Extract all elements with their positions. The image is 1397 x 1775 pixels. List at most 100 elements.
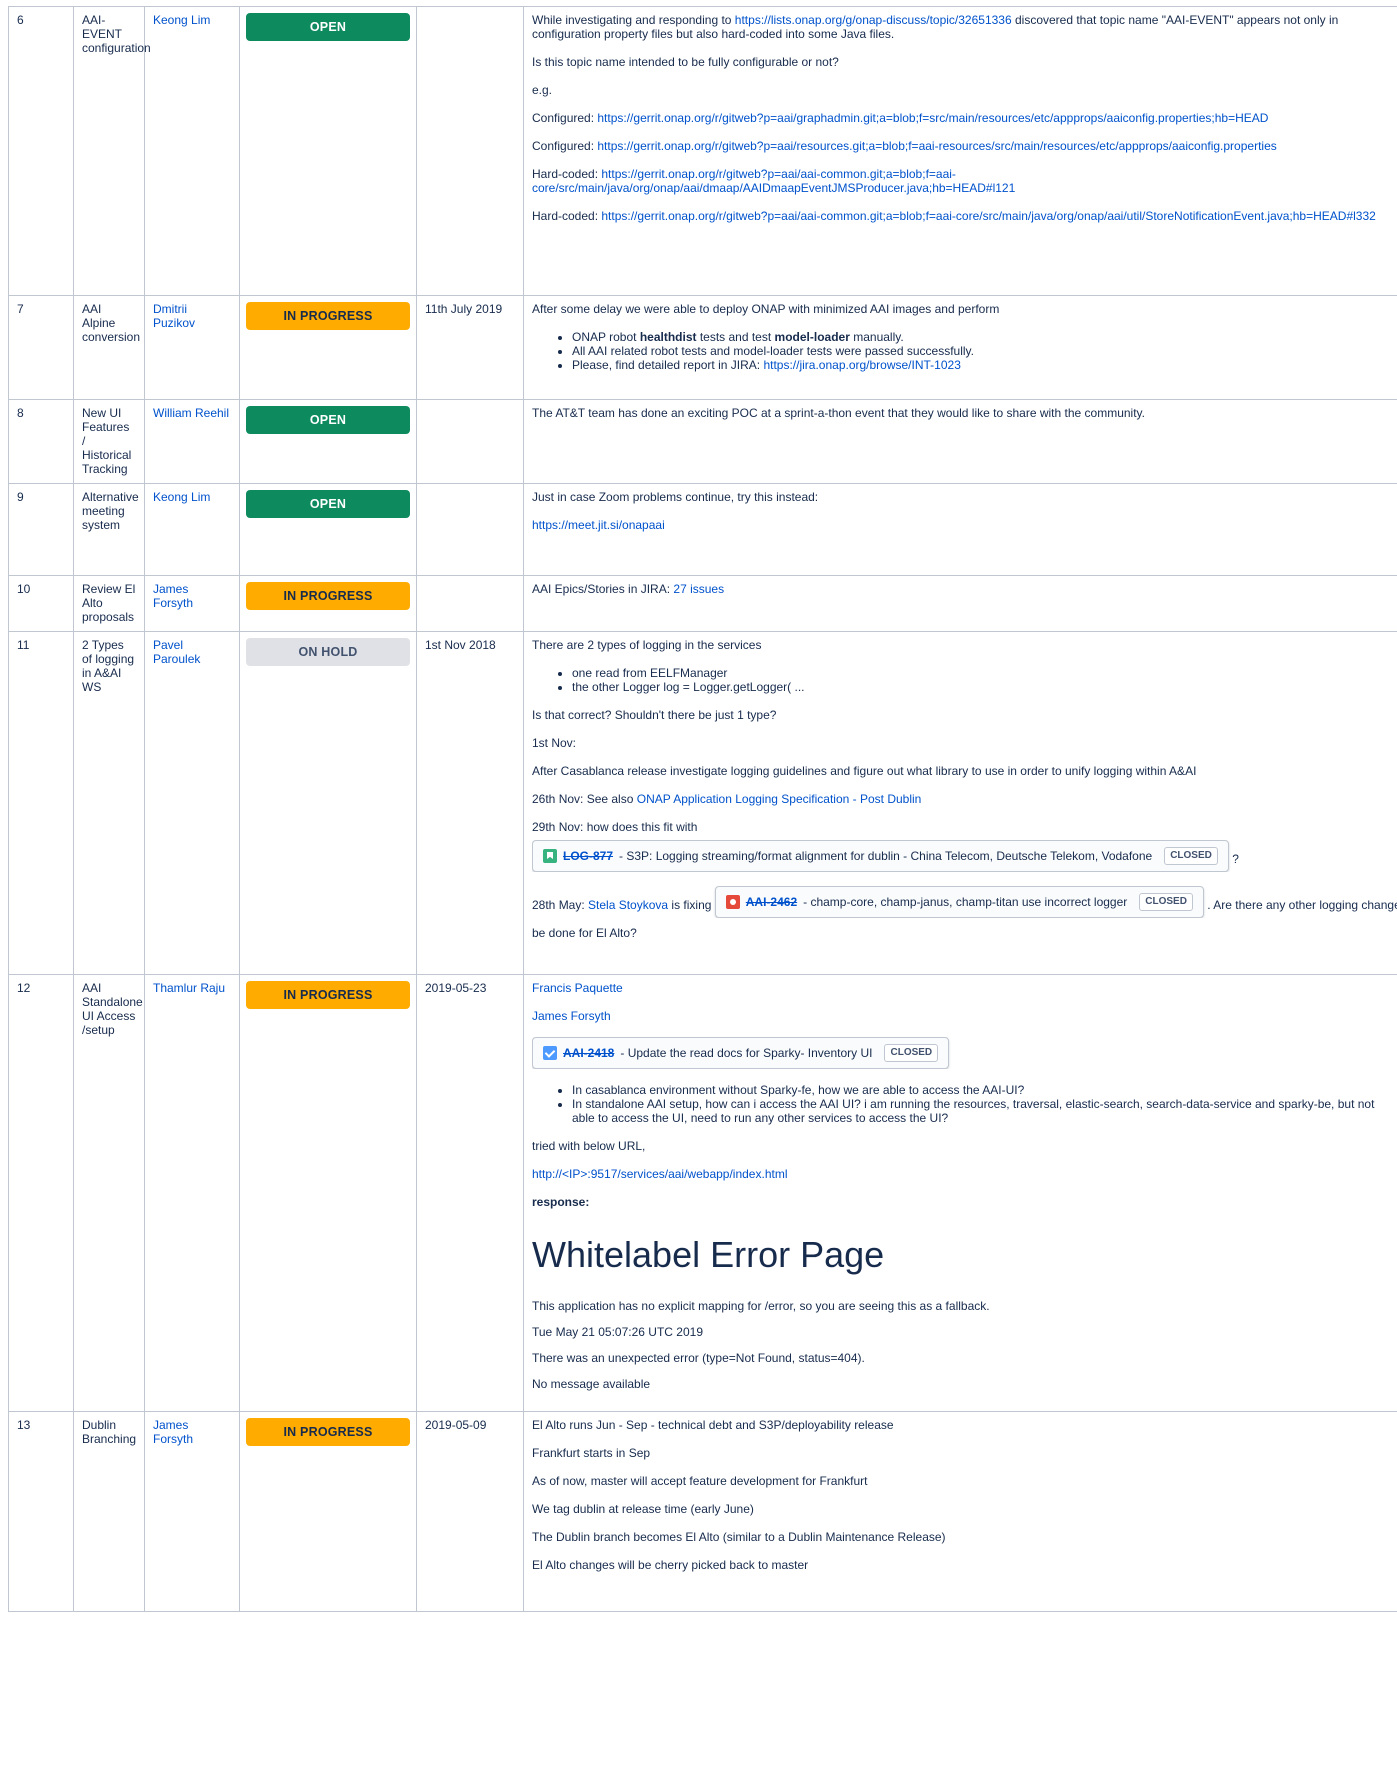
notes-text: 1st Nov: (532, 736, 577, 750)
closed-badge: CLOSED (1164, 847, 1218, 865)
notes-text: ? (1228, 852, 1239, 866)
row-date (416, 6, 524, 296)
row-date: 11th July 2019 (416, 295, 524, 400)
response-label: response: (532, 1195, 590, 1209)
row-date: 2019-05-23 (416, 974, 524, 1412)
status-badge: OPEN (246, 13, 410, 41)
row-number: 6 (8, 6, 74, 296)
gerrit-link[interactable]: https://gerrit.onap.org/r/gitweb?p=aai/g… (597, 111, 1268, 125)
spec-link[interactable]: ONAP Application Logging Specification -… (637, 792, 922, 806)
status-badge: IN PROGRESS (246, 582, 410, 610)
bug-icon (725, 895, 740, 909)
notes-label: Hard-coded: (532, 209, 602, 223)
list-item: Please, find detailed report in JIRA: ht… (572, 358, 1397, 372)
notes-text: Just in case Zoom problems continue, try… (532, 490, 819, 504)
notes-text: There are 2 types of logging in the serv… (532, 638, 762, 652)
row-topic: New UI Features / Historical Tracking (73, 399, 145, 484)
jira-link[interactable]: https://jira.onap.org/browse/INT-1023 (763, 358, 960, 372)
row-notes: While investigating and responding to ht… (523, 6, 1397, 296)
notes-text: Is that correct? Shouldn't there be just… (532, 708, 777, 722)
meeting-link[interactable]: https://meet.jit.si/onapaai (532, 518, 665, 532)
notes-text: 29th Nov: how does this fit with (532, 820, 698, 834)
gerrit-link[interactable]: https://gerrit.onap.org/r/gitweb?p=aai/a… (601, 209, 1375, 223)
notes-text: Is this topic name intended to be fully … (532, 55, 839, 69)
row-topic: Alternative meeting system (73, 483, 145, 576)
table-row: 13 Dublin Branching James Forsyth IN PRO… (8, 1411, 1397, 1612)
row-number: 8 (8, 399, 74, 484)
row-notes: After some delay we were able to deploy … (523, 295, 1397, 400)
row-number: 12 (8, 974, 74, 1412)
task-icon (543, 1046, 557, 1060)
notes-text: El Alto changes will be cherry picked ba… (532, 1558, 809, 1572)
notes-text: e.g. (532, 83, 553, 97)
table-row: 7 AAI Alpine conversion Dmitrii Puzikov … (8, 295, 1397, 400)
owner-link[interactable]: Pavel Paroulek (153, 638, 200, 666)
agenda-table: 6 AAI-EVENT configuration Keong Lim OPEN… (8, 6, 1397, 1612)
owner-link[interactable]: James Forsyth (153, 582, 193, 610)
webapp-url-link[interactable]: http://<IP>:9517/services/aai/webapp/ind… (532, 1167, 788, 1181)
gerrit-link[interactable]: https://gerrit.onap.org/r/gitweb?p=aai/r… (597, 139, 1276, 153)
notes-text: Frankfurt starts in Sep (532, 1446, 651, 1460)
row-notes: Just in case Zoom problems continue, try… (523, 483, 1397, 576)
story-icon (543, 849, 557, 863)
status-badge: IN PROGRESS (246, 302, 410, 330)
notes-text: While investigating and responding to (532, 13, 735, 27)
jira-key-link[interactable]: AAI-2418 (563, 1046, 614, 1060)
person-link[interactable]: Stela Stoykova (588, 898, 668, 912)
row-date: 1st Nov 2018 (416, 631, 524, 975)
jira-issue-card[interactable]: LOG-877 - S3P: Logging streaming/format … (532, 840, 1229, 872)
notes-text: As of now, master will accept feature de… (532, 1474, 868, 1488)
status-badge: OPEN (246, 490, 410, 518)
list-item: All AAI related robot tests and model-lo… (572, 344, 1397, 358)
row-topic: Review El Alto proposals (73, 575, 145, 632)
jira-issue-card[interactable]: AAI-2462 - champ-core, champ-janus, cham… (714, 886, 1204, 918)
jira-key-link[interactable]: AAI-2462 (746, 895, 797, 909)
table-row: 12 AAI Standalone UI Access /setup Thaml… (8, 974, 1397, 1412)
notes-text: El Alto runs Jun - Sep - technical debt … (532, 1418, 894, 1432)
jira-issue-card[interactable]: AAI-2418 - Update the read docs for Spar… (532, 1037, 950, 1069)
status-badge: OPEN (246, 406, 410, 434)
notes-label: Hard-coded: (532, 167, 602, 181)
table-row: 8 New UI Features / Historical Tracking … (8, 399, 1397, 484)
list-item: In standalone AAI setup, how can i acces… (572, 1097, 1397, 1125)
notes-text: The AT&T team has done an exciting POC a… (532, 406, 1145, 420)
table-row: 10 Review El Alto proposals James Forsyt… (8, 575, 1397, 632)
owner-link[interactable]: William Reehil (153, 406, 229, 420)
notes-list: In casablanca environment without Sparky… (532, 1083, 1397, 1125)
topic-link[interactable]: https://lists.onap.org/g/onap-discuss/to… (735, 13, 1012, 27)
row-date (416, 399, 524, 484)
notes-text: After some delay we were able to deploy … (532, 302, 1000, 316)
notes-list: ONAP robot healthdist tests and test mod… (532, 330, 1397, 372)
owner-link[interactable]: Keong Lim (153, 13, 210, 27)
row-topic: 2 Types of logging in A&AI WS (73, 631, 145, 975)
row-notes: The AT&T team has done an exciting POC a… (523, 399, 1397, 484)
owner-link[interactable]: Keong Lim (153, 490, 210, 504)
notes-text: be done for El Alto? (532, 926, 637, 940)
owner-link[interactable]: Thamlur Raju (153, 981, 225, 995)
status-badge: ON HOLD (246, 638, 410, 666)
person-link[interactable]: Francis Paquette (532, 981, 623, 995)
owner-link[interactable]: James Forsyth (153, 1418, 193, 1446)
jira-key-link[interactable]: LOG-877 (563, 849, 613, 863)
notes-text: After Casablanca release investigate log… (532, 764, 1197, 778)
row-number: 13 (8, 1411, 74, 1612)
row-number: 9 (8, 483, 74, 576)
row-number: 11 (8, 631, 74, 975)
owner-link[interactable]: Dmitrii Puzikov (153, 302, 195, 330)
notes-text: We tag dublin at release time (early Jun… (532, 1502, 754, 1516)
issues-link[interactable]: 27 issues (673, 582, 724, 596)
row-notes: There are 2 types of logging in the serv… (523, 631, 1397, 975)
gerrit-link[interactable]: https://gerrit.onap.org/r/gitweb?p=aai/a… (532, 167, 1015, 195)
row-date: 2019-05-09 (416, 1411, 524, 1612)
row-topic: AAI-EVENT configuration (73, 6, 151, 296)
row-number: 7 (8, 295, 74, 400)
whitelabel-body: This application has no explicit mapping… (532, 1299, 990, 1391)
list-item: the other Logger log = Logger.getLogger(… (572, 680, 1397, 694)
whitelabel-title: Whitelabel Error Page (532, 1234, 885, 1275)
list-item: ONAP robot healthdist tests and test mod… (572, 330, 1397, 344)
row-date (416, 575, 524, 632)
table-row: 11 2 Types of logging in A&AI WS Pavel P… (8, 631, 1397, 975)
row-topic: AAI Alpine conversion (73, 295, 145, 400)
person-link[interactable]: James Forsyth (532, 1009, 611, 1023)
notes-label: Configured: (532, 139, 598, 153)
